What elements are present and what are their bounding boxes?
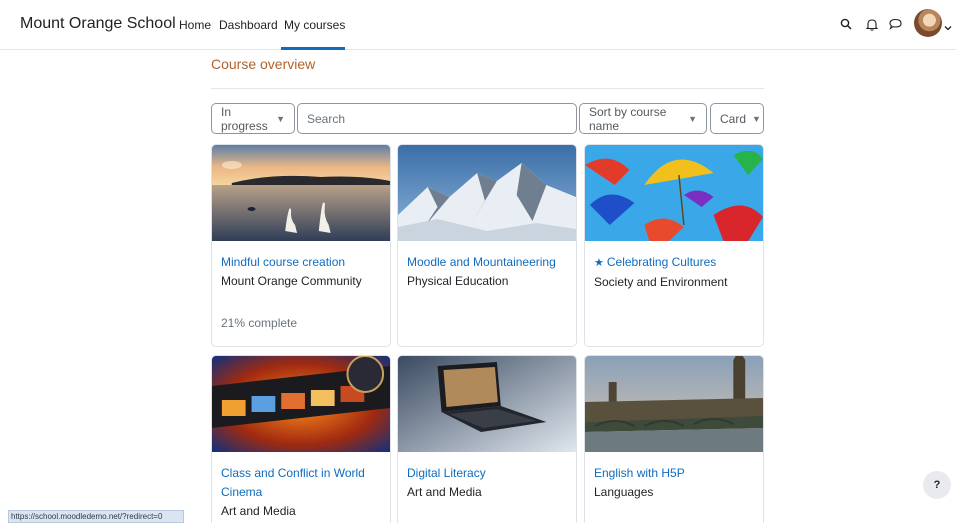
course-image-mountains[interactable]	[398, 145, 576, 241]
chat-icon[interactable]	[886, 14, 904, 34]
nav-my-courses[interactable]: My courses	[284, 18, 345, 32]
status-filter-label: In progress	[221, 104, 268, 133]
course-name-link[interactable]: Mindful course creation	[221, 253, 381, 272]
search-icon[interactable]	[837, 14, 855, 34]
bell-icon[interactable]	[863, 14, 881, 34]
course-card[interactable]: ★ Celebrating Cultures Society and Enviro…	[584, 144, 764, 347]
course-category: Physical Education	[407, 274, 509, 288]
page-title: Course overview	[211, 56, 316, 72]
chevron-down-icon: ▼	[276, 113, 285, 124]
course-category: Mount Orange Community	[221, 274, 362, 288]
nav-active-indicator	[281, 47, 345, 50]
chevron-down-icon: ▼	[688, 113, 697, 124]
course-image-laptop[interactable]	[398, 356, 576, 452]
course-card[interactable]: Moodle and Mountaineering Physical Educa…	[397, 144, 577, 347]
title-divider	[211, 88, 764, 89]
status-filter-dropdown[interactable]: In progress ▼	[211, 103, 295, 134]
view-label: Card	[720, 111, 747, 126]
course-name-link[interactable]: Digital Literacy	[407, 464, 567, 483]
site-brand[interactable]: Mount Orange School	[20, 15, 176, 33]
course-category: Society and Environment	[594, 275, 728, 289]
course-image-london[interactable]	[585, 356, 763, 452]
nav-home[interactable]: Home	[179, 18, 211, 32]
chevron-down-icon: ▼	[752, 113, 761, 124]
course-card[interactable]: Digital Literacy Art and Media	[397, 355, 577, 523]
star-icon: ★	[594, 257, 604, 269]
avatar[interactable]	[914, 9, 942, 37]
sort-dropdown[interactable]: Sort by course name ▼	[579, 103, 707, 134]
course-name-link[interactable]: Moodle and Mountaineering	[407, 253, 567, 272]
sort-label: Sort by course name	[589, 104, 667, 133]
course-image-swans[interactable]	[212, 145, 390, 241]
course-name-link[interactable]: English with H5P	[594, 464, 754, 483]
course-image-umbrellas[interactable]	[585, 145, 763, 241]
course-name-link[interactable]: Class and Conflict in World Cinema	[221, 464, 381, 502]
course-category: Languages	[594, 485, 654, 499]
search-input[interactable]	[297, 103, 577, 134]
course-progress: 21% complete	[221, 316, 298, 330]
top-navbar: Mount Orange School Home Dashboard My co…	[0, 0, 956, 50]
course-name-link[interactable]: ★ Celebrating Cultures	[594, 253, 754, 273]
status-bar-url: https://school.moodledemo.net/?redirect=…	[8, 510, 184, 523]
course-image-film-reel[interactable]	[212, 356, 390, 452]
course-category: Art and Media	[221, 504, 296, 518]
chevron-down-icon[interactable]	[944, 18, 952, 36]
course-category: Art and Media	[407, 485, 482, 499]
help-button[interactable]: ?	[923, 471, 951, 499]
course-card[interactable]: English with H5P Languages	[584, 355, 764, 523]
course-card[interactable]: Class and Conflict in World Cinema Art a…	[211, 355, 391, 523]
nav-dashboard[interactable]: Dashboard	[219, 18, 278, 32]
course-card[interactable]: Mindful course creation Mount Orange Com…	[211, 144, 391, 347]
view-dropdown[interactable]: Card ▼	[710, 103, 764, 134]
